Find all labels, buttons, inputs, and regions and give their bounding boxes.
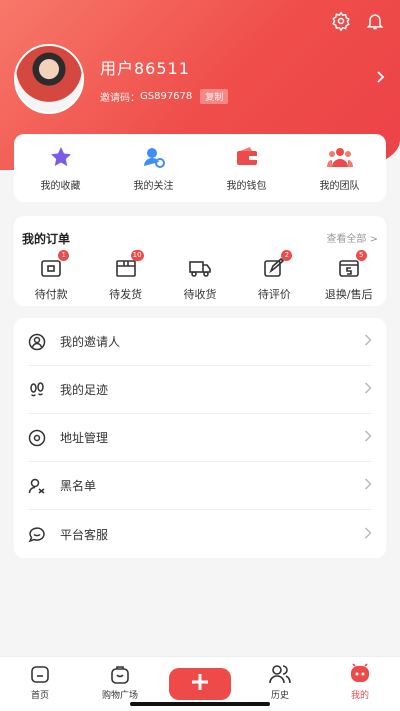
tab-my[interactable]: 我的 [325,657,395,701]
user-follow-icon [141,145,167,169]
badge-count: 10 [130,250,144,261]
chevron-right-icon [364,478,372,493]
refund-icon: 5 [336,250,367,280]
orders-card: 我的订单 查看全部 > 1 待付款 10 待发货 待收货 2 待评价 5 退换/… [14,216,386,306]
tab-label: 我的 [350,691,369,701]
menu-item-blacklist[interactable]: 黑名单 [28,462,372,510]
quick-link-favorites[interactable]: 我的收藏 [21,145,101,192]
menu-item-address[interactable]: 地址管理 [28,414,372,462]
wallet-icon [234,145,260,169]
profile-icon [349,663,371,685]
shopping-bag-icon [109,663,131,685]
tab-home[interactable]: 首页 [5,657,75,701]
menu-item-label: 我的足迹 [60,383,109,397]
order-pending-receipt[interactable]: 待收货 [165,256,235,302]
order-refund[interactable]: 5 退换/售后 [314,250,384,302]
order-label: 待发货 [109,288,143,301]
package-icon: 10 [113,250,144,280]
tab-add[interactable] [165,657,235,700]
order-label: 退换/售后 [324,288,373,301]
inviter-icon [28,333,46,351]
menu-item-label: 黑名单 [60,479,97,493]
menu-item-label: 地址管理 [60,431,109,445]
quick-link-label: 我的关注 [133,180,174,192]
quick-links-card: 我的收藏 我的关注 我的钱包 我的团队 [14,134,386,202]
footprint-icon [28,381,46,399]
tab-history[interactable]: 历史 [245,657,315,701]
chevron-right-icon [364,526,372,542]
payment-icon: 1 [38,250,70,280]
top-icons [330,10,386,32]
blacklist-icon [28,477,46,495]
invite-label: 邀请码： [100,92,140,104]
order-pending-payment[interactable]: 1 待付款 [16,250,86,302]
order-label: 待收货 [183,288,217,301]
history-icon [269,663,291,685]
chevron-right-icon [364,382,372,397]
menu-item-label: 我的邀请人 [60,335,121,349]
tab-label: 首页 [30,691,49,701]
gear-icon[interactable] [330,10,352,32]
order-pending-shipment[interactable]: 10 待发货 [91,250,161,302]
tab-label: 购物广场 [101,691,138,701]
add-button[interactable] [169,668,231,700]
badge-count: 5 [355,250,367,261]
badge-count: 1 [58,250,70,261]
quick-link-wallet[interactable]: 我的钱包 [207,145,287,192]
tab-shopping-plaza[interactable]: 购物广场 [85,657,155,701]
invite-code: GS897678 [140,90,193,102]
chevron-right-icon [364,334,372,349]
home-icon [29,663,51,685]
tab-label: 历史 [270,691,289,701]
menu-item-inviter[interactable]: 我的邀请人 [28,318,372,366]
review-icon: 2 [261,250,293,280]
quick-link-following[interactable]: 我的关注 [114,145,194,192]
quick-link-label: 我的收藏 [40,180,81,192]
chevron-right-icon[interactable] [376,70,386,88]
star-icon [48,145,74,169]
location-icon [28,429,46,447]
menu-item-label: 平台客服 [60,527,109,542]
quick-link-team[interactable]: 我的团队 [300,145,380,192]
order-label: 待付款 [34,288,68,301]
invite-code-row: 邀请码： GS897678 复制 [100,88,229,104]
truck-icon [187,256,213,280]
settings-menu-card: 我的邀请人 我的足迹 地址管理 黑名单 平台客服 [14,318,386,558]
order-pending-review[interactable]: 2 待评价 [239,250,309,302]
quick-link-label: 我的团队 [319,180,360,192]
plus-icon [190,672,210,696]
username: 用户86511 [100,58,190,78]
copy-button[interactable]: 复制 [200,88,229,104]
order-label: 待评价 [257,288,291,301]
chevron-right-icon [364,430,372,445]
avatar[interactable] [14,44,84,114]
home-indicator [130,702,270,706]
badge-count: 2 [281,250,293,261]
orders-title: 我的订单 [22,232,71,246]
menu-item-customer-service[interactable]: 平台客服 [28,510,372,558]
team-icon [326,145,353,169]
view-all-link[interactable]: 查看全部 > [326,230,378,245]
bell-icon[interactable] [364,10,386,32]
profile-section[interactable]: 用户86511 邀请码： GS897678 复制 [14,44,386,114]
quick-link-label: 我的钱包 [226,180,267,192]
customer-service-icon [28,525,46,543]
menu-item-footprint[interactable]: 我的足迹 [28,366,372,414]
